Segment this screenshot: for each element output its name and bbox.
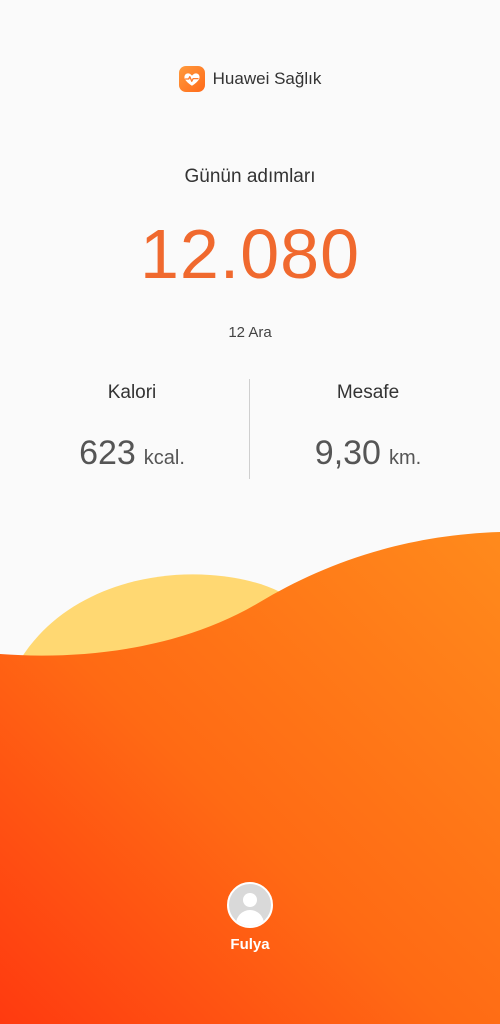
calories-label: Kalori [107, 382, 157, 403]
distance-value-row: 9,30 km. [243, 434, 493, 473]
share-card: Huawei Sağlık Günün adımları 12.080 12 A… [0, 0, 500, 1024]
app-name: Huawei Sağlık [212, 69, 322, 88]
steps-value: 12.080 [139, 215, 361, 293]
distance-unit: km. [388, 447, 422, 469]
user-profile[interactable]: Fulya [0, 882, 500, 953]
app-header: Huawei Sağlık [0, 66, 500, 92]
heart-pulse-icon [178, 66, 205, 92]
distance-label: Mesafe [336, 382, 400, 403]
calories-value-row: 623 kcal. [7, 434, 257, 473]
steps-label: Günün adımları [184, 166, 316, 187]
user-name: Fulya [230, 936, 270, 953]
avatar-icon[interactable] [227, 882, 273, 928]
distance-stat: Mesafe 9,30 km. [243, 382, 493, 473]
calories-value: 623 [79, 434, 136, 472]
calories-stat: Kalori 623 kcal. [7, 382, 257, 473]
calories-unit: kcal. [143, 447, 185, 469]
date-label: 12 Ara [228, 324, 272, 341]
distance-value: 9,30 [314, 434, 381, 472]
